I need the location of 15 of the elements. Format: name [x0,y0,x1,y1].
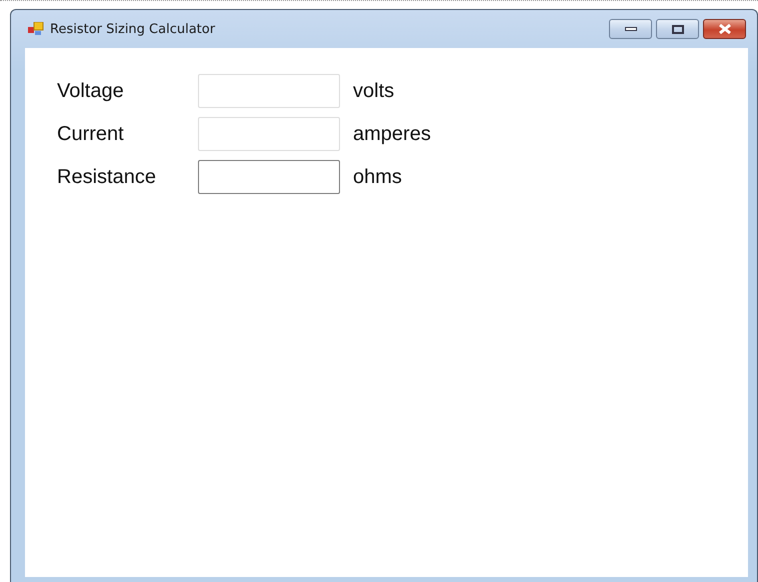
field-label: Voltage [57,80,125,102]
maximize-icon [672,24,684,34]
input-field[interactable] [198,160,340,194]
maximize-button[interactable] [656,19,699,39]
close-icon [718,24,732,34]
unit-label: volts [353,80,396,102]
unit-label: ohms [353,166,403,188]
window-title: Resistor Sizing Calculator [50,22,216,36]
close-button[interactable] [703,19,746,39]
field-label: Resistance [57,166,157,188]
minimize-icon [624,27,636,31]
field-label: Current [57,122,125,146]
app-icon [28,22,44,36]
minimize-button[interactable] [609,19,652,39]
unit-label: amperes [353,122,432,146]
